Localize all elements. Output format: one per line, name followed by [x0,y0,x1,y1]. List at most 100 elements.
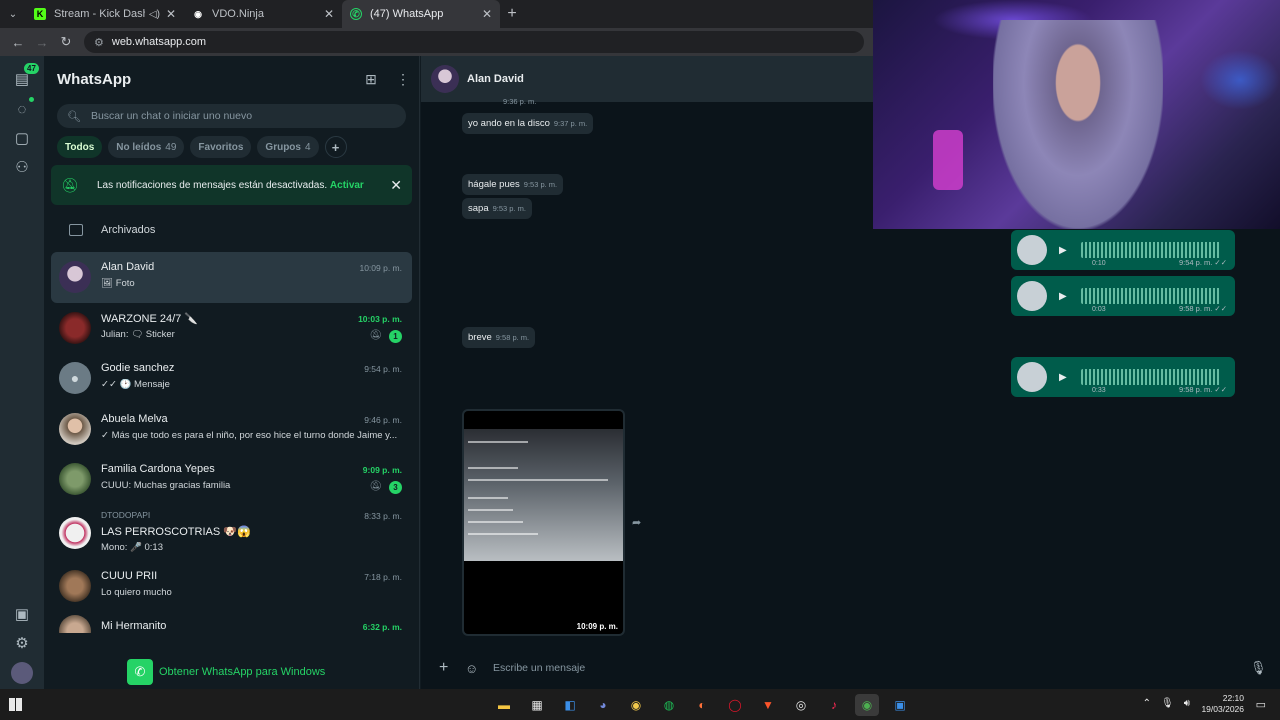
profile-avatar[interactable] [11,662,33,684]
store-icon[interactable]: ▦ [525,694,549,716]
filter-unread[interactable]: No leídos 49 [108,136,185,158]
opera-icon[interactable]: ◯ [723,694,747,716]
incoming-message[interactable]: sapa 9:53 p. m. [462,198,532,219]
waveform[interactable] [1080,242,1221,258]
add-filter-button[interactable]: + [324,136,347,158]
attach-icon[interactable]: + [439,659,465,677]
play-icon[interactable]: ▶ [1059,245,1067,256]
discord-icon[interactable]: ◕ [591,694,615,716]
back-icon[interactable]: ← [6,35,30,50]
new-chat-icon[interactable]: ⊞ [355,71,387,88]
filter-label: Grupos [265,141,301,153]
incoming-message[interactable]: hágale pues 9:53 p. m. [462,174,564,195]
contact-avatar[interactable] [431,65,459,93]
url-field[interactable]: ⚙ web.whatsapp.com [84,31,864,53]
photo-detail [468,497,508,499]
photo-detail [468,441,528,443]
close-tab-icon[interactable]: ✕ [482,7,492,21]
chat-item[interactable]: WARZONE 24/7 🔪 Julian: 🗨 Sticker 10:03 p… [51,303,412,354]
chat-item[interactable]: ● Godie sanchez ✓✓ 🕑 Mensaje 9:54 p. m. [51,353,412,404]
play-icon[interactable]: ▶ [1059,291,1067,302]
chat-time: 9:09 p. m. [362,465,402,476]
close-icon[interactable]: ✕ [390,177,402,194]
play-icon[interactable]: ▶ [1059,372,1067,383]
activate-link[interactable]: Activar [330,180,364,191]
site-info-icon[interactable]: ⚙ [94,36,104,49]
chat-time: 9:54 p. m. [364,364,402,375]
app-icon[interactable]: ▣ [888,694,912,716]
message-text: yo ando en la disco [468,118,550,129]
obs-icon[interactable]: ◎ [789,694,813,716]
search-box[interactable]: 🔍︎ [57,104,406,128]
incoming-message[interactable]: breve 9:58 p. m. [462,327,536,348]
waveform[interactable] [1080,369,1221,385]
file-explorer-icon[interactable]: ▬ [492,694,516,716]
menu-icon[interactable]: ⋮ [387,71,419,88]
message-text: sapa [468,203,489,214]
forward-icon[interactable]: ➦ [632,516,641,529]
tiktok-icon[interactable]: ♪ [822,694,846,716]
chat-item[interactable]: Alan David 🖼 Foto 10:09 p. m. [51,252,412,303]
chat-item[interactable]: CUUU PRII Lo quiero mucho 7:18 p. m. [51,561,412,612]
clock[interactable]: 22:10 19/03/2026 [1201,693,1244,715]
media-icon[interactable]: ▣ [11,603,33,625]
volume-icon[interactable]: 🔊︎ [1184,698,1190,709]
archived-row[interactable]: Archivados [44,216,420,244]
message-input[interactable]: Escribe un mensaje [493,662,1250,674]
filter-all[interactable]: Todos [57,136,103,158]
search-input[interactable] [90,110,391,122]
chrome-icon[interactable]: ◉ [624,694,648,716]
voice-time: 9:58 p. m. ✓✓ [1178,385,1227,394]
chevron-up-icon[interactable]: ⌃ [1143,698,1151,709]
waveform[interactable] [1080,288,1221,304]
settings-icon[interactable]: ⚙ [11,632,33,654]
microphone-icon[interactable]: 🎙︎ [1250,660,1280,676]
chat-item[interactable]: Abuela Melva ✓ Más que todo es para el n… [51,404,412,455]
spotify-icon[interactable]: ◍ [657,694,681,716]
chat-item[interactable]: Mi Hermanito 6:32 p. m. [51,611,412,633]
filter-favorites[interactable]: Favoritos [190,136,252,158]
chat-preview: Lo quiero mucho [101,586,172,598]
microphone-icon[interactable]: 🎙︎ [1161,698,1174,709]
chat-name: WARZONE 24/7 🔪 [101,312,199,325]
get-windows-app-link[interactable]: ✆ Obtener WhatsApp para Windows [127,659,325,685]
chat-item[interactable]: Familia Cardona Yepes CUUU: Muchas graci… [51,454,412,505]
start-icon[interactable] [9,698,22,711]
avatar [59,569,91,602]
close-tab-icon[interactable]: ✕ [166,7,176,21]
channels-icon[interactable]: ▢ [11,127,33,149]
muted-icon: 🔕︎ [369,329,382,341]
voice-message[interactable]: ▶ 0:10 9:54 p. m. ✓✓ [1011,230,1235,270]
firefox-icon[interactable]: ◐ [690,694,714,716]
new-tab-button[interactable]: + [500,5,524,23]
tab-search-icon[interactable]: ⌄ [0,0,26,28]
photo-detail [468,467,518,469]
tab-vdoninja[interactable]: ◉ VDO.Ninja ✕ [184,0,342,28]
outlook-icon[interactable]: ◧ [558,694,582,716]
voice-message[interactable]: ▶ 0:33 9:58 p. m. ✓✓ [1011,357,1235,397]
communities-icon[interactable]: ⚇ [11,156,33,178]
notifications-icon[interactable]: ▭ [1256,698,1266,711]
forward-icon[interactable]: → [30,35,54,50]
speaker-icon[interactable]: ◁) [149,9,160,20]
whatsapp-icon: ✆ [350,8,362,20]
chat-item[interactable]: DTODOPAPI LAS PERROSCOTRIAS 🐶😱 Mono: 🎤 0… [51,505,412,561]
close-tab-icon[interactable]: ✕ [324,7,334,21]
tab-title: VDO.Ninja [212,8,264,20]
voice-message[interactable]: ▶ 0:03 9:58 p. m. ✓✓ [1011,276,1235,316]
tab-whatsapp[interactable]: ✆ (47) WhatsApp ✕ [342,0,500,28]
brave-icon[interactable]: ▼ [756,694,780,716]
image-message[interactable]: 10:09 p. m. [462,409,625,636]
tab-kick[interactable]: K Stream - Kick Dashboard ◁) ✕ [26,0,184,28]
chrome-active-icon[interactable]: ◉ [855,694,879,716]
reload-icon[interactable]: ↻ [54,34,78,50]
chat-time: 10:09 p. m. [359,263,402,274]
chat-name: CUUU PRII [101,569,158,582]
incoming-message[interactable]: yo ando en la disco 9:37 p. m. [462,113,594,134]
photo[interactable]: 10:09 p. m. [464,411,623,634]
url-text: web.whatsapp.com [111,36,207,48]
windows-taskbar: ▬ ▦ ◧ ◕ ◉ ◍ ◐ ◯ ▼ ◎ ♪ ◉ ▣ ⌃ 🎙︎ 🔊︎ 22:10 … [0,689,1280,720]
filter-groups[interactable]: Grupos 4 [257,136,319,158]
sticker-icon[interactable]: ☺ [465,661,493,676]
chat-name: LAS PERROSCOTRIAS 🐶😱 [101,525,251,538]
